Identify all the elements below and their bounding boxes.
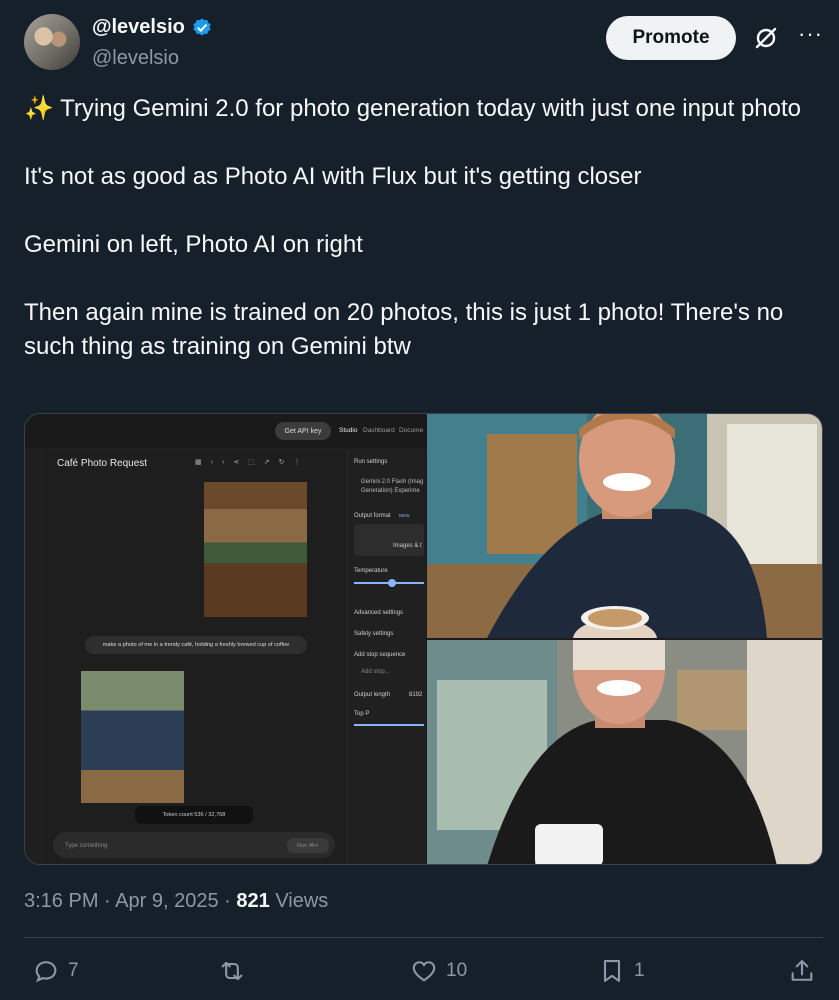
views-label: Views <box>275 890 329 912</box>
avatar[interactable] <box>24 14 80 70</box>
dashboard-tab: Dashboard <box>363 427 395 434</box>
run-settings-label: Run settings <box>354 459 388 465</box>
docs-tab: Docume <box>399 427 424 434</box>
ai-studio-screenshot[interactable]: Get API key Studio Dashboard Docume Café… <box>25 414 426 864</box>
views-count: 821 <box>236 890 270 912</box>
token-count: Token count 536 / 32,768 <box>135 806 253 824</box>
tweet-line-2: It's not as good as Photo AI with Flux b… <box>24 163 642 190</box>
repost-icon <box>221 961 243 981</box>
reply-action[interactable]: 7 <box>32 957 79 985</box>
share-icon <box>791 960 813 981</box>
stop-sequence-label: Add stop sequence <box>354 652 406 658</box>
output-format-label: Output format <box>354 513 391 519</box>
author-name-row: @levelsio <box>92 16 213 39</box>
new-badge: NEW <box>399 513 410 518</box>
like-action[interactable]: 10 <box>410 957 467 985</box>
bookmark-action[interactable]: 1 <box>598 957 645 985</box>
images-text-label: Images & t <box>393 543 422 549</box>
model-name-1: Gemini 2.0 Flash (Imag <box>361 479 424 485</box>
reply-icon <box>35 961 57 983</box>
generated-photo <box>81 671 184 803</box>
photo-ai-result-bottom[interactable] <box>427 640 823 865</box>
top-p-label: Top P <box>354 711 370 717</box>
tweet-line-3: Gemini on left, Photo AI on right <box>24 231 363 258</box>
grok-slash-icon[interactable] <box>752 24 780 52</box>
advanced-settings-label: Advanced settings <box>354 610 404 616</box>
divider <box>24 937 823 938</box>
tweet-time[interactable]: 3:16 PM <box>24 890 98 912</box>
top-p-slider <box>354 724 424 726</box>
display-name[interactable]: @levelsio <box>92 16 185 39</box>
model-name-2: Generation) Experime <box>361 488 420 494</box>
handle[interactable]: @levelsio <box>92 47 179 70</box>
tweet-line-1: ✨ Trying Gemini 2.0 for photo generation… <box>24 95 802 122</box>
tweet-meta: 3:16 PM · Apr 9, 2025 · 821 Views <box>24 890 329 912</box>
verified-badge-icon <box>193 17 211 36</box>
get-api-key-button: Get API key <box>275 422 331 440</box>
input-photo <box>204 482 307 617</box>
chat-title: Café Photo Request <box>57 458 148 469</box>
bookmark-count: 1 <box>634 960 645 981</box>
tweet-media[interactable]: Get API key Studio Dashboard Docume Café… <box>24 413 823 865</box>
stop-sequence-input: Add stop... <box>361 669 390 675</box>
output-length-label: Output length <box>354 692 391 698</box>
like-count: 10 <box>446 960 468 981</box>
run-button: Run ⌘↵ <box>287 838 329 853</box>
output-format-box <box>354 524 424 556</box>
temperature-label: Temperature <box>354 568 388 574</box>
photo-ai-result-top[interactable] <box>427 414 823 638</box>
heart-icon <box>412 961 436 982</box>
reply-count: 7 <box>68 960 79 981</box>
output-length-value: 8192 <box>409 692 423 698</box>
prompt-placeholder: Type something <box>65 843 108 849</box>
prompt-bubble: make a photo of me in a trendy café, hol… <box>85 636 307 654</box>
chat-toolbar-icons: ▦‹›⋖⬚↗↻⋮ <box>195 459 310 466</box>
tweet-text: ✨ Trying Gemini 2.0 for photo generation… <box>24 92 814 364</box>
studio-tab: Studio <box>339 427 358 434</box>
bookmark-icon <box>603 960 621 982</box>
share-action[interactable] <box>788 957 816 985</box>
safety-settings-label: Safety settings <box>354 631 394 637</box>
tweet-date[interactable]: Apr 9, 2025 <box>115 890 218 912</box>
tweet-line-4: Then again mine is trained on 20 photos,… <box>24 299 784 360</box>
temperature-knob <box>388 579 396 587</box>
more-dots-icon[interactable]: ··· <box>798 23 824 50</box>
promote-button[interactable]: Promote <box>606 16 736 60</box>
repost-action[interactable] <box>218 957 254 985</box>
